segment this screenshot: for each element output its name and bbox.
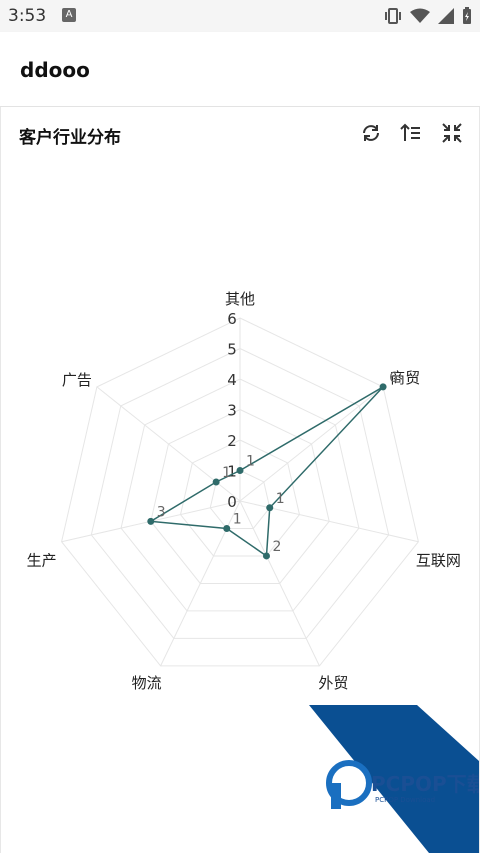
- tick-label: 3: [227, 402, 237, 420]
- status-bar: 3:53 A: [0, 0, 480, 32]
- vibrate-icon: [385, 8, 401, 24]
- chart-card: 客户行业分布 0 1 2 3 4 5 6 其他 商贸 互联网 外贸 物流 生产 广告 1 6 1 2 1 3 1 PCP…: [0, 107, 480, 853]
- data-label: 3: [157, 504, 166, 520]
- data-label: 1: [233, 511, 242, 527]
- data-label: 1: [246, 454, 255, 470]
- tick-label: 2: [227, 432, 237, 450]
- tick-label: 4: [227, 371, 237, 389]
- data-point: [147, 517, 155, 525]
- wifi-icon: [410, 8, 430, 23]
- indicator-label: 物流: [132, 674, 162, 692]
- data-label: 6: [389, 370, 398, 386]
- data-point: [262, 552, 270, 560]
- signal-icon: [438, 8, 454, 24]
- data-label: 2: [272, 539, 281, 555]
- data-point: [223, 524, 231, 532]
- indicator-label: 生产: [27, 552, 57, 570]
- status-icons: [384, 7, 472, 25]
- indicator-label: 其他: [225, 290, 255, 308]
- tick-label: 5: [227, 341, 237, 359]
- indicator-label: 广告: [62, 371, 92, 389]
- data-point: [236, 467, 244, 474]
- battery-icon: [463, 7, 471, 24]
- data-label: 1: [222, 465, 231, 481]
- app-title: ddooo: [20, 58, 90, 82]
- watermark-logo: PCPOP下载 PCPOP Download: [309, 705, 479, 853]
- tick-label: 6: [227, 310, 237, 328]
- status-time: 3:53: [8, 6, 47, 26]
- data-label: 1: [276, 491, 285, 507]
- indicator-label: 外贸: [318, 674, 348, 692]
- notification-icon: A: [62, 8, 76, 22]
- series-line: [148, 386, 384, 558]
- axis-line: [239, 386, 384, 502]
- tick-label: 0: [227, 493, 237, 511]
- svg-text:PCPOP下载: PCPOP下载: [371, 772, 479, 796]
- svg-text:PCPOP Download: PCPOP Download: [375, 796, 435, 804]
- app-bar: ddooo: [0, 32, 480, 107]
- data-point: [212, 478, 220, 486]
- data-point: [379, 383, 387, 391]
- indicator-label: 互联网: [416, 552, 461, 570]
- data-point: [266, 504, 274, 512]
